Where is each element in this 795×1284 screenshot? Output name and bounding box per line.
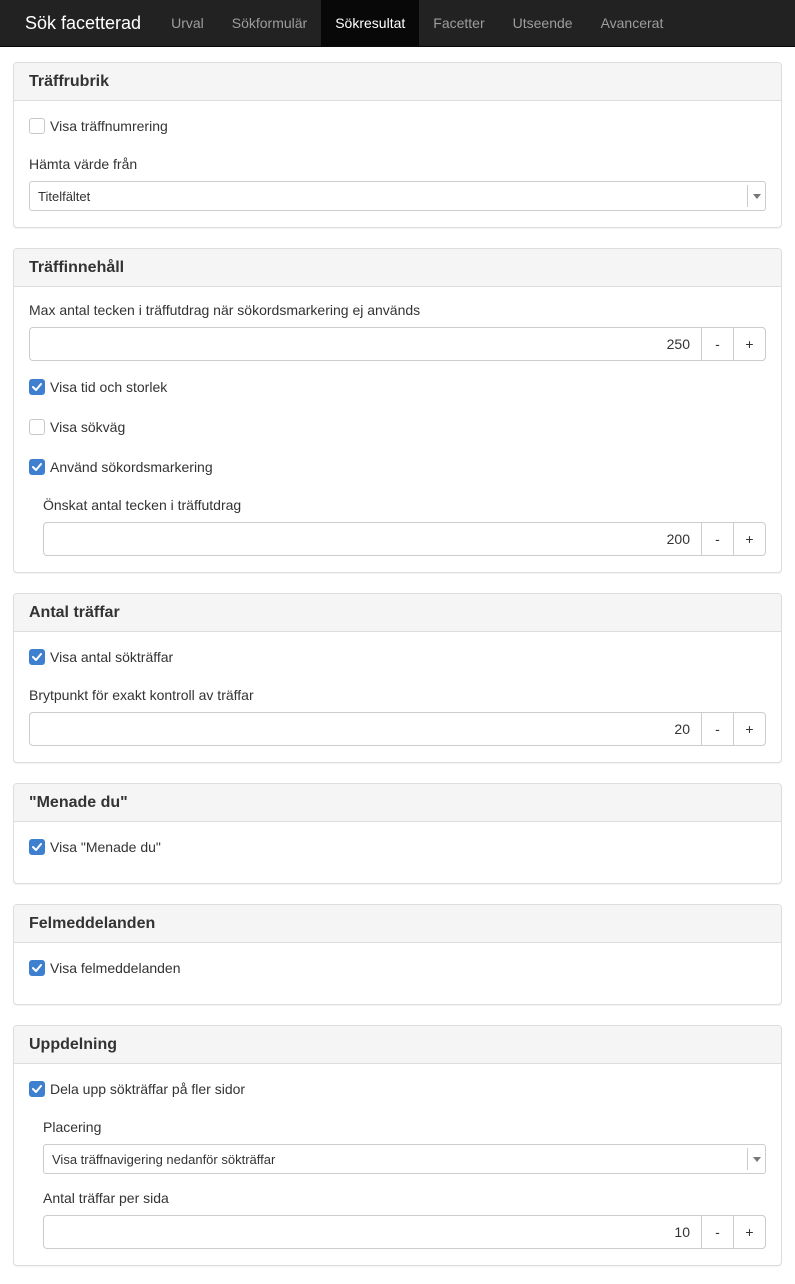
panel-paging: Uppdelning Dela upp sökträffar på fler s… — [13, 1025, 782, 1266]
use-highlight-checkbox[interactable]: Använd sökordsmarkering — [29, 457, 766, 477]
checkbox-checked-icon[interactable] — [29, 379, 45, 395]
select-value: Visa träffnavigering nedanför sökträffar — [52, 1151, 276, 1167]
top-navbar: Sök facetterad Urval Sökformulär Sökresu… — [0, 0, 795, 47]
panel-hit-count: Antal träffar Visa antal sökträffar Bryt… — [13, 593, 782, 763]
breakpoint-stepper: 20 - + — [29, 712, 766, 746]
caret-down-icon[interactable] — [747, 1148, 765, 1170]
tab-sokresultat[interactable]: Sökresultat — [321, 0, 420, 46]
field-label: Max antal tecken i träffutdrag när sökor… — [29, 302, 421, 318]
number-input[interactable]: 250 — [30, 328, 701, 360]
panel-title: Felmeddelanden — [14, 905, 781, 943]
checkbox-label: Använd sökordsmarkering — [50, 459, 213, 475]
field-label: Antal träffar per sida — [43, 1190, 169, 1206]
checkbox-label: Visa tid och storlek — [50, 379, 168, 395]
field-label: Placering — [43, 1119, 102, 1135]
placement-select[interactable]: Visa träffnavigering nedanför sökträffar — [43, 1144, 766, 1174]
per-page-stepper: 10 - + — [43, 1215, 766, 1249]
split-pages-checkbox[interactable]: Dela upp sökträffar på fler sidor — [29, 1079, 766, 1099]
checkbox-checked-icon[interactable] — [29, 649, 45, 665]
tab-avancerat[interactable]: Avancerat — [587, 0, 678, 46]
show-time-size-checkbox[interactable]: Visa tid och storlek — [29, 377, 766, 397]
desired-chars-stepper: 200 - + — [43, 522, 766, 556]
checkbox-unchecked-icon[interactable] — [29, 419, 45, 435]
tab-sokformular[interactable]: Sökformulär — [218, 0, 321, 46]
tab-urval[interactable]: Urval — [157, 0, 218, 46]
checkbox-checked-icon[interactable] — [29, 839, 45, 855]
number-input[interactable]: 10 — [44, 1216, 701, 1248]
caret-down-icon[interactable] — [747, 185, 765, 207]
value-from-select[interactable]: Titelfältet — [29, 181, 766, 211]
increment-button[interactable]: + — [733, 713, 765, 745]
select-value: Titelfältet — [38, 188, 91, 204]
show-path-checkbox[interactable]: Visa sökväg — [29, 417, 766, 437]
show-numbering-checkbox[interactable]: Visa träffnumrering — [29, 116, 766, 136]
number-input[interactable]: 200 — [44, 523, 701, 555]
panel-errors: Felmeddelanden Visa felmeddelanden — [13, 904, 782, 1005]
decrement-button[interactable]: - — [701, 1216, 733, 1248]
panel-title: Antal träffar — [14, 594, 781, 632]
panel-title: "Menade du" — [14, 784, 781, 822]
field-label: Önskat antal tecken i träffutdrag — [43, 497, 242, 513]
app-brand[interactable]: Sök facetterad — [0, 0, 156, 46]
tab-facetter[interactable]: Facetter — [419, 0, 498, 46]
checkbox-label: Dela upp sökträffar på fler sidor — [50, 1081, 246, 1097]
tab-utseende[interactable]: Utseende — [499, 0, 587, 46]
increment-button[interactable]: + — [733, 1216, 765, 1248]
max-chars-stepper: 250 - + — [29, 327, 766, 361]
number-input[interactable]: 20 — [30, 713, 701, 745]
checkbox-unchecked-icon[interactable] — [29, 118, 45, 134]
show-errors-checkbox[interactable]: Visa felmeddelanden — [29, 958, 766, 978]
checkbox-label: Visa felmeddelanden — [50, 960, 181, 976]
panel-hit-content: Träffinnehåll Max antal tecken i träffut… — [13, 248, 782, 573]
field-label: Hämta värde från — [29, 156, 138, 172]
panel-title: Träffrubrik — [14, 63, 781, 101]
checkbox-label: Visa sökväg — [50, 419, 126, 435]
decrement-button[interactable]: - — [701, 328, 733, 360]
panel-hit-heading: Träffrubrik Visa träffnumrering Hämta vä… — [13, 62, 782, 228]
increment-button[interactable]: + — [733, 523, 765, 555]
decrement-button[interactable]: - — [701, 713, 733, 745]
checkbox-label: Visa antal sökträffar — [50, 649, 174, 665]
increment-button[interactable]: + — [733, 328, 765, 360]
checkbox-checked-icon[interactable] — [29, 1081, 45, 1097]
settings-content: Träffrubrik Visa träffnumrering Hämta vä… — [0, 47, 795, 1266]
checkbox-checked-icon[interactable] — [29, 459, 45, 475]
panel-did-you-mean: "Menade du" Visa "Menade du" — [13, 783, 782, 884]
panel-title: Träffinnehåll — [14, 249, 781, 287]
checkbox-label: Visa "Menade du" — [50, 839, 161, 855]
show-count-checkbox[interactable]: Visa antal sökträffar — [29, 647, 766, 667]
field-label: Brytpunkt för exakt kontroll av träffar — [29, 687, 254, 703]
show-did-you-mean-checkbox[interactable]: Visa "Menade du" — [29, 837, 766, 857]
decrement-button[interactable]: - — [701, 523, 733, 555]
checkbox-label: Visa träffnumrering — [50, 118, 168, 134]
panel-title: Uppdelning — [14, 1026, 781, 1064]
checkbox-checked-icon[interactable] — [29, 960, 45, 976]
